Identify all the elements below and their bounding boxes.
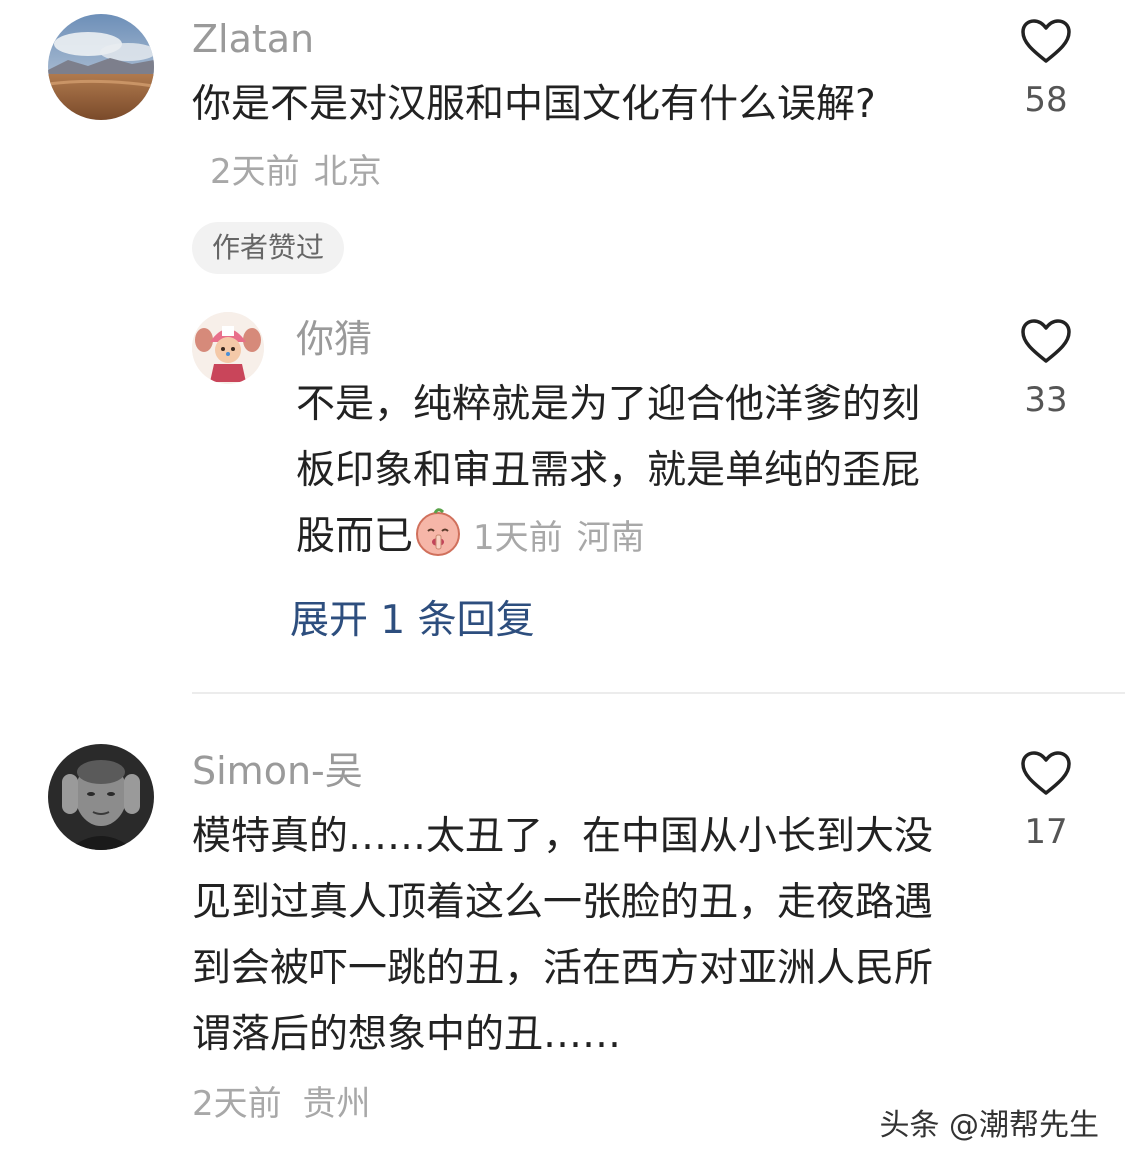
- comment-text: 你是不是对汉服和中国文化有什么误解? 2天前 北京: [192, 72, 892, 205]
- like-button[interactable]: 58: [1001, 18, 1091, 122]
- comment-body: 模特真的……太丑了，在中国从小长到大没见到过真人顶着这么一张脸的丑，走夜路遇到会…: [192, 814, 934, 1057]
- comment-body: 你是不是对汉服和中国文化有什么误解?: [192, 82, 876, 127]
- cartoon-avatar-image: [192, 312, 264, 384]
- like-count: 33: [1024, 380, 1068, 420]
- reply-username[interactable]: 你猜: [296, 314, 372, 364]
- watermark: 头条 @潮帮先生: [879, 1108, 1099, 1143]
- reply-time: 1天前: [473, 518, 563, 558]
- like-count: 58: [1024, 80, 1068, 120]
- like-count: 17: [1024, 812, 1068, 852]
- like-button[interactable]: 17: [1001, 750, 1091, 854]
- comment-username[interactable]: Zlatan: [192, 14, 314, 64]
- heart-outline-icon: [1021, 319, 1071, 363]
- avatar[interactable]: [48, 744, 154, 850]
- avatar[interactable]: [48, 14, 154, 120]
- comment-location: 北京: [313, 152, 382, 192]
- comment-time: 2天前: [210, 152, 300, 192]
- heart-outline-icon: [1021, 751, 1071, 795]
- heart-outline-icon: [1021, 19, 1071, 63]
- comment-username[interactable]: Simon-吴: [192, 746, 363, 796]
- reply-item: 你猜 不是，纯粹就是为了迎合他洋爹的刻板印象和审丑需求，就是单纯的歪屁股而已 1天…: [0, 300, 1125, 690]
- shush-face-emoji-icon: [416, 508, 461, 556]
- expand-replies-link[interactable]: 展开 1 条回复: [290, 596, 535, 646]
- comment-text: 模特真的……太丑了，在中国从小长到大没见到过真人顶着这么一张脸的丑，走夜路遇到会…: [192, 804, 952, 1068]
- comment-item: Simon-吴 模特真的……太丑了，在中国从小长到大没见到过真人顶着这么一张脸的…: [0, 730, 1125, 1130]
- comment-location: 贵州: [302, 1084, 371, 1124]
- reply-location: 河南: [576, 518, 645, 558]
- comment-divider: [192, 692, 1125, 694]
- comment-item: Zlatan 你是不是对汉服和中国文化有什么误解? 2天前 北京 作者赞过 58: [0, 0, 1125, 300]
- comment-time: 2天前: [192, 1084, 282, 1124]
- author-liked-badge: 作者赞过: [192, 222, 345, 274]
- comment-meta: 2天前 贵州: [192, 1082, 370, 1126]
- landscape-avatar-image: [48, 14, 154, 120]
- like-button[interactable]: 33: [1001, 318, 1091, 422]
- reply-text: 不是，纯粹就是为了迎合他洋爹的刻板印象和审丑需求，就是单纯的歪屁股而已 1天前 河南: [296, 372, 946, 571]
- portrait-avatar-image: [48, 744, 154, 850]
- avatar[interactable]: [192, 312, 264, 384]
